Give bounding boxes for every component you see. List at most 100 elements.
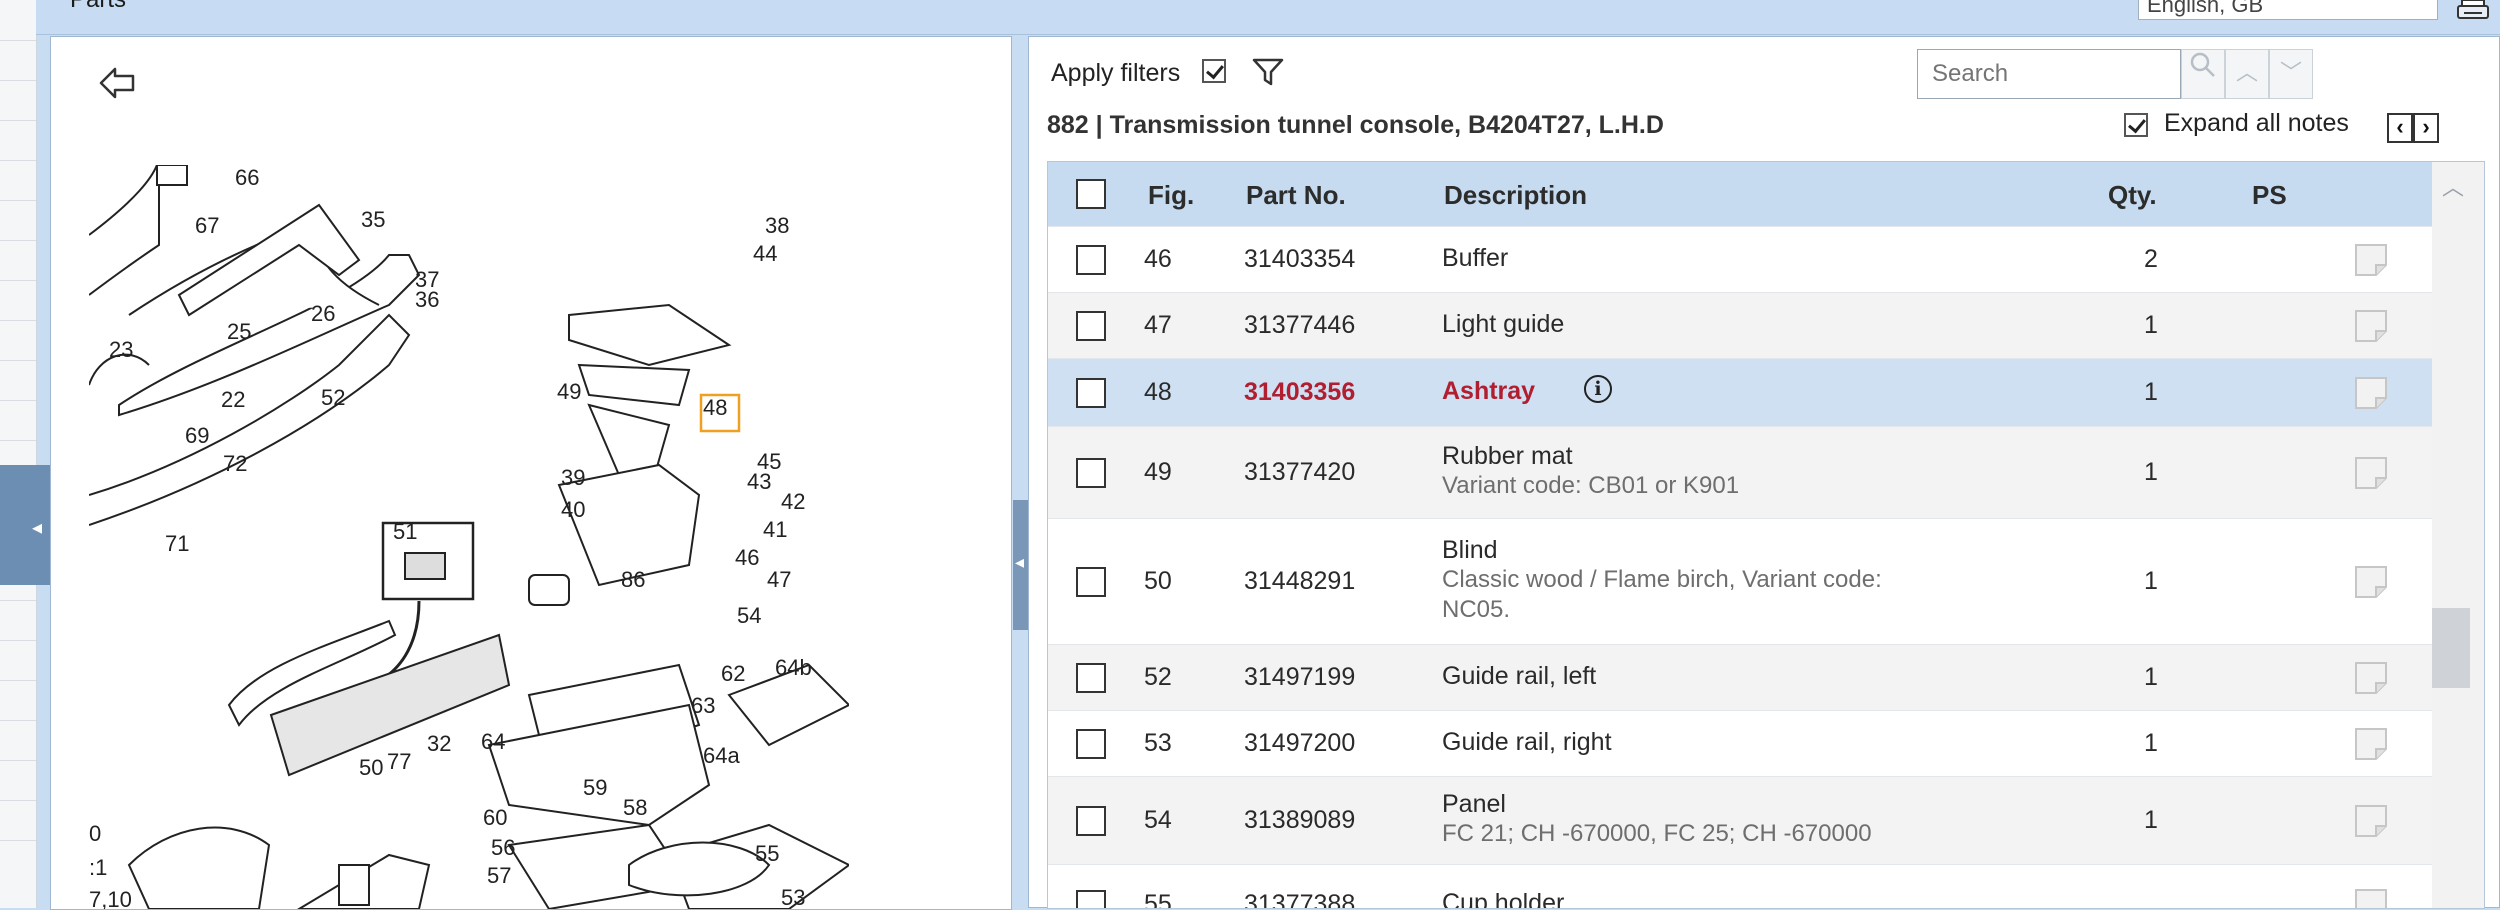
diagram-callout-label[interactable]: 32 [427, 731, 451, 756]
diagram-callout-label[interactable]: 50 [359, 755, 383, 780]
diagram-callout-label[interactable]: 64a [703, 743, 740, 768]
table-scrollbar[interactable]: ︿ [2432, 162, 2484, 908]
diagram-callout-label[interactable]: 57 [487, 863, 511, 888]
qty-cell: 1 [2144, 311, 2158, 339]
diagram-callout-label[interactable]: 23 [109, 337, 133, 362]
funnel-icon[interactable] [1251, 57, 1285, 92]
diagram-callout-label[interactable]: 35 [361, 207, 385, 232]
qty-cell: 1 [2144, 458, 2158, 486]
diagram-callout-label[interactable]: 60 [483, 805, 507, 830]
search-input[interactable] [1917, 49, 2181, 99]
table-row[interactable]: 54 31389089 1 Panel FC 21; CH -670000, FC 25… [1048, 776, 2432, 864]
row-checkbox[interactable] [1076, 311, 1106, 341]
diagram-callout-label[interactable]: 0 [89, 821, 101, 846]
diagram-callout-label[interactable]: 62 [721, 661, 745, 686]
diagram-callout-label[interactable]: 53 [781, 885, 805, 909]
diagram-callout-label[interactable]: 41 [763, 517, 787, 542]
diagram-callout-label[interactable]: 38 [765, 213, 789, 238]
info-icon[interactable]: i [1584, 375, 1612, 403]
row-checkbox[interactable] [1076, 458, 1106, 488]
back-arrow-icon[interactable] [97, 63, 141, 103]
note-icon[interactable] [2354, 727, 2388, 761]
search-next-button[interactable]: ﹀ [2269, 49, 2313, 99]
diagram-callout-label[interactable]: 36 [415, 287, 439, 312]
diagram-callout-label[interactable]: 71 [165, 531, 189, 556]
scrollbar-thumb[interactable] [2432, 608, 2470, 688]
diagram-callout-label[interactable]: :1 [89, 855, 107, 880]
row-checkbox[interactable] [1076, 245, 1106, 275]
note-icon[interactable] [2354, 456, 2388, 490]
diagram-callout-label[interactable]: 55 [755, 841, 779, 866]
table-row[interactable]: 53 31497200 1 Guide rail, right [1048, 710, 2432, 776]
diagram-callout-label[interactable]: 49 [557, 379, 581, 404]
diagram-callout-label[interactable]: 40 [561, 497, 585, 522]
diagram-callout-label[interactable]: 42 [781, 489, 805, 514]
language-select[interactable]: English, GB [2138, 0, 2438, 20]
row-checkbox[interactable] [1076, 729, 1106, 759]
diagram-callout-label[interactable]: 67 [195, 213, 219, 238]
note-icon[interactable] [2354, 661, 2388, 695]
diagram-callout-label[interactable]: 44 [753, 241, 777, 266]
chevron-up-icon[interactable]: ︿ [2442, 170, 2464, 202]
diagram-callout-label[interactable]: 7,10 [89, 887, 132, 909]
apply-filters-checkbox[interactable] [1202, 59, 1226, 83]
diagram-callout-label[interactable]: 46 [735, 545, 759, 570]
diagram-callout-label[interactable]: 63 [691, 693, 715, 718]
diagram-callout-label[interactable]: 52 [321, 385, 345, 410]
table-row[interactable]: 46 31403354 2 Buffer [1048, 226, 2432, 292]
col-part-no[interactable]: Part No. [1246, 180, 1346, 211]
diagram-callout-label[interactable]: 86 [621, 567, 645, 592]
note-icon[interactable] [2354, 804, 2388, 838]
table-row[interactable]: 49 31377420 1 Rubber mat Variant code: CB01 … [1048, 426, 2432, 518]
diagram-callout-label[interactable]: 64 [481, 729, 505, 754]
table-row[interactable]: 55 31377388 Cup holder [1048, 864, 2432, 909]
part-no-cell: 31389089 [1244, 806, 1356, 834]
row-checkbox[interactable] [1076, 567, 1106, 597]
note-icon[interactable] [2354, 309, 2388, 343]
note-icon[interactable] [2354, 888, 2388, 909]
diagram-callout-label[interactable]: 64b [775, 655, 812, 680]
row-checkbox[interactable] [1076, 806, 1106, 836]
row-checkbox[interactable] [1076, 378, 1106, 408]
select-all-checkbox[interactable] [1076, 179, 1106, 209]
diagram-callout-label[interactable]: 66 [235, 165, 259, 190]
table-row[interactable]: 52 31497199 1 Guide rail, left [1048, 644, 2432, 710]
expand-notes-checkbox[interactable] [2124, 113, 2148, 137]
table-row[interactable]: 47 31377446 1 Light guide [1048, 292, 2432, 358]
diagram-callout-label[interactable]: 59 [583, 775, 607, 800]
col-description[interactable]: Description [1444, 180, 1587, 211]
diagram-callout-label[interactable]: 22 [221, 387, 245, 412]
col-ps[interactable]: PS [2252, 180, 2287, 211]
search-button[interactable] [2181, 49, 2225, 99]
diagram-callout-label[interactable]: 56 [491, 835, 515, 860]
side-collapse-tab[interactable]: ◂ [0, 465, 50, 585]
col-qty[interactable]: Qty. [2108, 180, 2157, 211]
printer-icon[interactable] [2456, 0, 2490, 22]
row-checkbox[interactable] [1076, 663, 1106, 693]
diagram-callout-label[interactable]: 72 [223, 451, 247, 476]
diagram-callout-label[interactable]: 39 [561, 465, 585, 490]
note-icon[interactable] [2354, 243, 2388, 277]
diagram-callout-label[interactable]: 77 [387, 749, 411, 774]
note-icon[interactable] [2354, 376, 2388, 410]
search-prev-button[interactable]: ︿ [2225, 49, 2269, 99]
note-icon[interactable] [2354, 565, 2388, 599]
diagram-callout-label[interactable]: 54 [737, 603, 761, 628]
diagram-callout-label[interactable]: 51 [393, 519, 417, 544]
diagram-callout-label[interactable]: 47 [767, 567, 791, 592]
exploded-parts-diagram[interactable]: 66 67 35 37 36 26 25 23 22 52 51 50 69 72 71 77 32 60 56 57… [89, 165, 849, 909]
diagram-callout-label[interactable]: 58 [623, 795, 647, 820]
next-section-button[interactable]: › [2413, 113, 2439, 143]
col-fig[interactable]: Fig. [1148, 180, 1194, 211]
description-cell: Ashtray [1442, 376, 1535, 406]
diagram-callout-label[interactable]: 43 [747, 469, 771, 494]
panel-splitter-handle[interactable]: ◂ [1013, 500, 1029, 630]
diagram-callout-label[interactable]: 69 [185, 423, 209, 448]
prev-section-button[interactable]: ‹ [2387, 113, 2413, 143]
diagram-callout-label[interactable]: 25 [227, 319, 251, 344]
diagram-callout-label[interactable]: 26 [311, 301, 335, 326]
diagram-callout-label[interactable]: 48 [703, 395, 727, 420]
row-checkbox[interactable] [1076, 890, 1106, 908]
table-row[interactable]: 50 31448291 1 Blind Classic wood / Flame bir… [1048, 518, 2432, 644]
table-row[interactable]: 48 31403356 1 Ashtray i [1048, 358, 2432, 426]
